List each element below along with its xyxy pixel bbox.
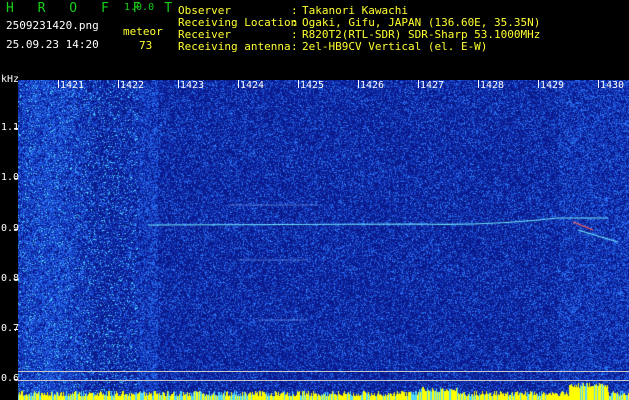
x-tick-label: 1427 <box>420 80 445 91</box>
reference-line <box>18 371 629 372</box>
x-tick-label: 1426 <box>360 80 385 91</box>
x-tick-mark <box>418 80 419 88</box>
capture-datetime: 25.09.23 14:20 <box>6 38 99 51</box>
x-tick-mark <box>478 80 479 88</box>
x-tick-label: 1429 <box>540 80 565 91</box>
x-tick-label: 1422 <box>120 80 145 91</box>
info-label: Receiving antenna <box>178 40 291 53</box>
x-tick-label: 1424 <box>240 80 265 91</box>
x-tick-mark <box>178 80 179 88</box>
x-tick-label: 1430 <box>600 80 625 91</box>
hrofft-window: H R O F F T 1.0.0 2509231420.png 25.09.2… <box>0 0 629 400</box>
meteor-count: 73 <box>139 39 153 52</box>
reference-line <box>18 380 629 381</box>
x-tick-label: 1423 <box>180 80 205 91</box>
x-tick-mark <box>598 80 599 88</box>
app-version: 1.0.0 <box>124 2 155 13</box>
y-tick-mark <box>14 178 18 179</box>
x-tick-mark <box>58 80 59 88</box>
y-tick-mark <box>14 329 18 330</box>
info-value: 2el-HB9CV Vertical (el. E-W) <box>302 40 488 53</box>
x-tick-mark <box>538 80 539 88</box>
x-tick-label: 1421 <box>60 80 85 91</box>
x-tick-label: 1428 <box>480 80 505 91</box>
y-tick-mark <box>14 279 18 280</box>
file-name: 2509231420.png <box>6 19 99 32</box>
meteor-label: meteor <box>123 25 163 38</box>
x-tick-mark <box>298 80 299 88</box>
x-tick-mark <box>118 80 119 88</box>
info-separator: : <box>291 40 298 53</box>
y-tick-mark <box>14 229 18 230</box>
x-tick-mark <box>238 80 239 88</box>
y-axis-unit: kHz <box>1 74 20 85</box>
spectrogram-plot <box>18 80 629 400</box>
y-tick-mark <box>14 128 18 129</box>
x-tick-mark <box>358 80 359 88</box>
spectrogram-canvas <box>18 80 629 400</box>
x-tick-label: 1425 <box>300 80 325 91</box>
